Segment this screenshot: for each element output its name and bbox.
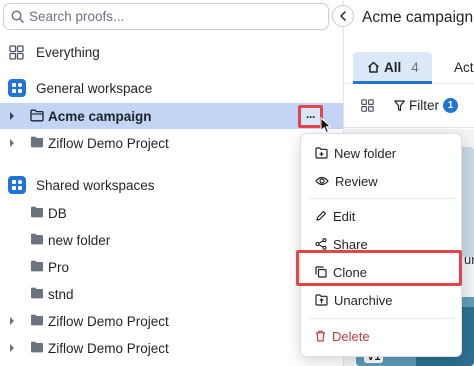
folder-icon [31, 287, 43, 299]
menu-item-edit[interactable]: Edit [301, 203, 461, 229]
menu-item-label: Delete [332, 328, 370, 344]
grid-icon [9, 45, 24, 60]
workspace-header-general[interactable]: General workspace [0, 75, 343, 101]
sidebar-item-label: stnd [48, 286, 74, 302]
menu-item-delete[interactable]: Delete [301, 323, 461, 349]
filter-count-badge: 1 [443, 98, 458, 113]
menu-divider [309, 318, 455, 319]
tab-act[interactable]: Act [454, 60, 474, 75]
folder-icon [31, 260, 43, 272]
folder-icon [31, 233, 43, 245]
filter-icon [394, 99, 405, 111]
workspace-header-shared[interactable]: Shared workspaces [0, 172, 343, 198]
workspace-label: Shared workspaces [36, 177, 155, 193]
menu-item-share[interactable]: Share [301, 231, 461, 257]
workspace-label: General workspace [36, 80, 153, 96]
app-window: Everything General workspace Acme campai… [0, 0, 474, 366]
sidebar-item-ziflow-demo-project[interactable]: Ziflow Demo Project [0, 308, 343, 334]
chevron-left-icon [340, 11, 346, 21]
sidebar-item-label: Everything [36, 44, 100, 60]
sidebar-item-label: Ziflow Demo Project [48, 340, 169, 356]
workspace-icon [8, 176, 26, 194]
workspace-icon [8, 79, 26, 97]
search-input[interactable] [29, 9, 319, 24]
folder-icon [31, 136, 43, 148]
grid-view-icon[interactable] [361, 99, 374, 112]
folder-icon [31, 206, 43, 218]
sidebar-item-everything[interactable]: Everything [0, 39, 343, 65]
mouse-cursor-icon [320, 117, 332, 134]
new-folder-icon [315, 147, 328, 159]
menu-item-clone[interactable]: Clone [301, 259, 461, 285]
toolbar: Filter 1 [344, 84, 474, 128]
caret-right-icon [10, 344, 14, 352]
search-icon [11, 10, 24, 23]
folder-icon [31, 314, 43, 326]
menu-item-label: Share [333, 236, 368, 252]
sidebar-item-label: DB [48, 205, 67, 221]
menu-item-label: New folder [334, 145, 397, 161]
menu-item-label: Clone [333, 264, 367, 280]
copy-icon [315, 266, 327, 278]
sidebar-item-new-folder[interactable]: new folder [0, 227, 343, 253]
menu-item-label: Review [335, 173, 378, 189]
menu-item-unarchive[interactable]: Unarchive [301, 287, 461, 313]
sidebar-item-stnd[interactable]: stnd [0, 281, 343, 307]
sidebar: Everything General workspace Acme campai… [0, 0, 344, 366]
menu-item-new-folder[interactable]: New folder [301, 140, 461, 166]
sidebar-item-pro[interactable]: Pro [0, 254, 343, 280]
collapse-sidebar-button[interactable] [332, 5, 354, 27]
search-box[interactable] [3, 3, 329, 30]
caret-right-icon [10, 139, 14, 147]
menu-item-label: Unarchive [334, 292, 393, 308]
pencil-icon [316, 210, 327, 221]
sidebar-item-label: Ziflow Demo Project [48, 313, 169, 329]
caret-right-icon [10, 112, 14, 120]
partial-text: un [464, 252, 474, 267]
trash-icon [316, 330, 325, 342]
context-menu: New folder Review Edit Share Clone Unarc… [300, 133, 462, 357]
tab-bar: All 4 Act [344, 50, 474, 84]
sidebar-item-ziflow-demo-project[interactable]: Ziflow Demo Project [0, 130, 343, 156]
more-options-icon: ··· [306, 109, 316, 124]
filter-button[interactable]: Filter 1 [394, 98, 458, 113]
folder-icon [31, 341, 43, 353]
tab-label: All [384, 59, 402, 75]
home-icon [367, 61, 380, 73]
sidebar-item-ziflow-demo-project[interactable]: Ziflow Demo Project [0, 335, 343, 361]
sidebar-item-label: new folder [48, 232, 111, 248]
sidebar-item-acme-campaign[interactable]: Acme campaign [0, 103, 343, 129]
tab-all[interactable]: All 4 [353, 52, 432, 84]
page-title: Acme campaign [362, 9, 474, 26]
open-folder-icon [30, 109, 44, 122]
tab-count: 4 [411, 59, 419, 75]
sidebar-item-label: Ziflow Demo Project [48, 135, 169, 151]
filter-label: Filter [409, 98, 439, 113]
unarchive-folder-icon [315, 294, 328, 306]
sidebar-item-label: Pro [48, 259, 70, 275]
caret-right-icon [10, 317, 14, 325]
menu-item-label: Edit [333, 208, 356, 224]
eye-icon [315, 176, 329, 186]
menu-divider [309, 198, 455, 199]
sidebar-item-db[interactable]: DB [0, 200, 343, 226]
sidebar-item-label: Acme campaign [48, 108, 152, 124]
menu-item-review[interactable]: Review [301, 168, 461, 194]
share-icon [315, 238, 327, 250]
